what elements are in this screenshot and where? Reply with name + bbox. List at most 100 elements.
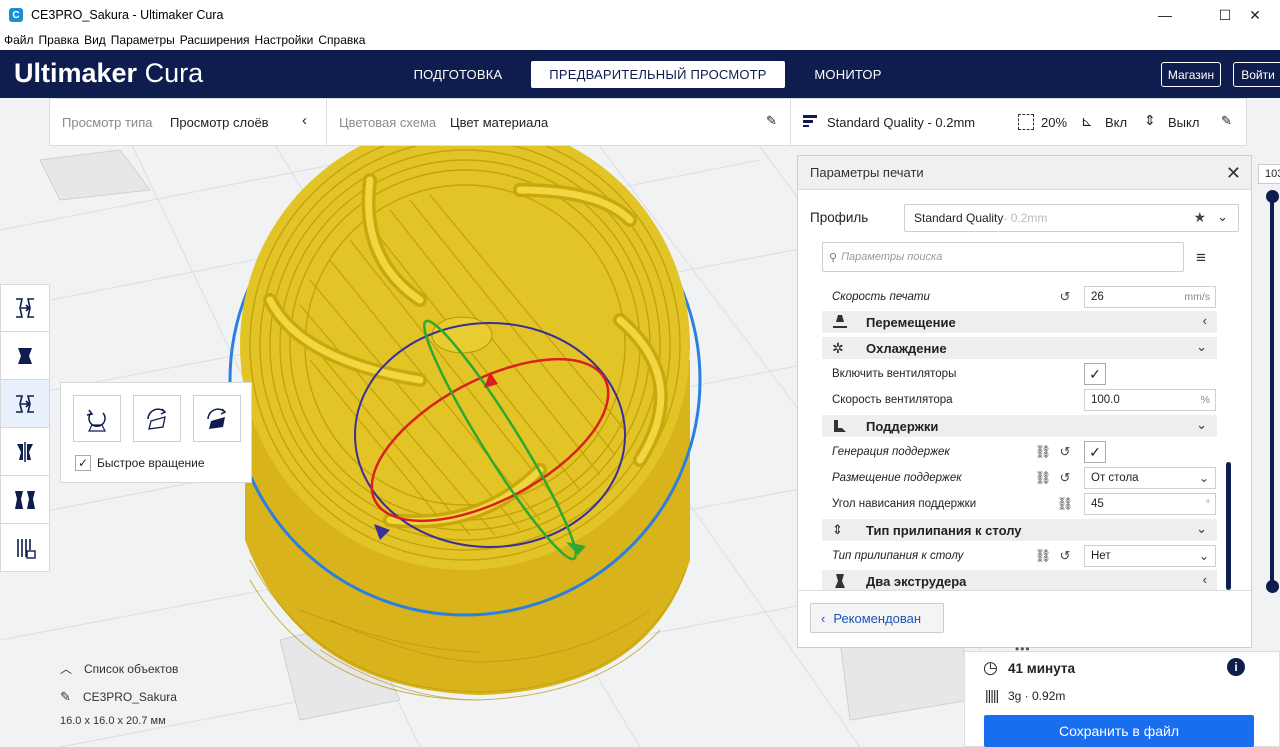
menu-help[interactable]: Справка xyxy=(318,33,365,47)
chevron-down-icon: ⌄ xyxy=(1217,209,1228,224)
window-title-bar: C CE3PRO_Sakura - Ultimaker Cura — ☐ ✕ xyxy=(0,0,1280,30)
settings-scrollbar[interactable] xyxy=(1226,462,1231,590)
category-travel[interactable]: Перемещение ‹ xyxy=(822,311,1217,333)
generate-support-checkbox[interactable]: ✓ xyxy=(1084,441,1106,463)
signin-button[interactable]: Войти xyxy=(1233,62,1280,87)
move-tool-button[interactable] xyxy=(0,284,50,332)
profile-label: Профиль xyxy=(810,210,869,225)
object-list-toggle[interactable]: ︿ Список объектов xyxy=(60,660,178,677)
menu-extensions[interactable]: Расширения xyxy=(180,33,250,47)
link-icon[interactable]: ⛓ xyxy=(1035,470,1052,485)
chevron-left-icon[interactable]: ‹ xyxy=(302,112,307,129)
setting-support-placement: Размещение поддержек ⛓ ↺ От стола ⌄ xyxy=(822,465,1217,491)
support-icon xyxy=(834,420,846,432)
support-angle-input[interactable]: 45 ° xyxy=(1084,493,1216,515)
enable-fans-checkbox[interactable]: ✓ xyxy=(1084,363,1106,385)
tab-monitor[interactable]: МОНИТОР xyxy=(800,61,896,88)
sakura-model xyxy=(228,120,702,701)
layer-slider-bottom-handle[interactable] xyxy=(1266,580,1279,593)
layer-slider-top-handle[interactable] xyxy=(1266,190,1279,203)
view-settings-bar: Просмотр типа Просмотр слоёв ‹ Цветовая … xyxy=(49,98,791,146)
fan-speed-input[interactable]: 100.0% xyxy=(1084,389,1216,411)
tab-prepare[interactable]: ПОДГОТОВКА xyxy=(400,61,516,88)
link-icon[interactable]: ⛓ xyxy=(1035,444,1052,459)
lay-flat-button[interactable] xyxy=(133,395,181,442)
rotate-tool-button[interactable] xyxy=(0,380,50,428)
color-scheme-value[interactable]: Цвет материала xyxy=(450,115,548,130)
menu-edit[interactable]: Правка xyxy=(39,33,80,47)
print-settings-footer: ‹ Рекомендован xyxy=(798,590,1253,648)
layer-max-label[interactable]: 103 xyxy=(1258,164,1280,184)
adhesion-icon: ⇕ xyxy=(1144,112,1156,128)
profile-dropdown[interactable]: Standard Quality - 0.2mm ★ ⌄ xyxy=(904,204,1239,232)
pencil-icon[interactable]: ✎ xyxy=(60,689,71,705)
print-setup-bar[interactable]: Standard Quality - 0.2mm 20% ⊾ Вкл ⇕ Вык… xyxy=(791,98,1247,146)
quality-icon xyxy=(803,115,817,127)
tab-preview[interactable]: ПРЕДВАРИТЕЛЬНЫЙ ПРОСМОТР xyxy=(531,61,785,88)
adhesion-type-dropdown[interactable]: Нет ⌄ xyxy=(1084,545,1216,567)
filament-icon: ||||| xyxy=(985,687,999,703)
per-model-settings-button[interactable] xyxy=(0,476,50,524)
app-header: Ultimaker Cura ПОДГОТОВКА ПРЕДВАРИТЕЛЬНЫ… xyxy=(0,50,1280,98)
print-settings-title: Параметры печати xyxy=(810,165,924,180)
star-icon[interactable]: ★ xyxy=(1193,209,1206,226)
reset-icon[interactable]: ↺ xyxy=(1058,548,1072,563)
category-label: Поддержки xyxy=(866,418,939,434)
object-list-header: Список объектов xyxy=(84,661,179,676)
settings-list[interactable]: Скорость печати ↺ 26 mm/s Перемещение ‹ ✲… xyxy=(822,284,1217,590)
object-name-row[interactable]: ✎ CE3PRO_Sakura xyxy=(60,689,177,705)
snap-rotation-checkbox[interactable]: ✓ xyxy=(75,455,91,471)
search-placeholder: Параметры поиска xyxy=(841,251,943,263)
pencil-icon[interactable]: ✎ xyxy=(766,113,777,129)
reset-rotation-button[interactable] xyxy=(73,395,121,442)
category-cooling[interactable]: ✲ Охлаждение ⌄ xyxy=(822,337,1217,359)
color-scheme-label: Цветовая схема xyxy=(339,115,437,130)
view-type-value[interactable]: Просмотр слоёв xyxy=(170,115,269,130)
marketplace-button[interactable]: Магазин xyxy=(1161,62,1221,87)
support-value: Вкл xyxy=(1105,115,1128,130)
print-speed-input[interactable]: 26 mm/s xyxy=(1084,286,1216,308)
recommended-button[interactable]: ‹ Рекомендован xyxy=(810,603,944,633)
reset-icon[interactable]: ↺ xyxy=(1058,444,1072,459)
setting-label: Тип прилипания к столу xyxy=(832,550,964,562)
snap-rotation-row[interactable]: ✓ Быстрое вращение xyxy=(75,455,205,471)
close-window-button[interactable]: ✕ xyxy=(1232,0,1278,30)
fan-icon: ✲ xyxy=(832,340,844,356)
menu-bar: Файл Правка Вид Параметры Расширения Нас… xyxy=(0,30,1280,50)
support-blocker-button[interactable] xyxy=(0,524,50,572)
setting-adhesion-type: Тип прилипания к столу ⛓ ↺ Нет ⌄ xyxy=(822,543,1217,569)
setting-label: Генерация поддержек xyxy=(832,446,950,458)
profile-row: Профиль Standard Quality - 0.2mm ★ ⌄ xyxy=(810,204,1240,232)
select-face-button[interactable] xyxy=(193,395,241,442)
category-adhesion[interactable]: ⇕ Тип прилипания к столу ⌄ xyxy=(822,519,1217,541)
setting-support-angle: Угол нависания поддержки ⛓ 45 ° xyxy=(822,491,1217,517)
close-icon[interactable]: ✕ xyxy=(1226,163,1241,184)
reset-icon[interactable]: ↺ xyxy=(1058,470,1072,485)
menu-settings[interactable]: Параметры xyxy=(111,33,175,47)
category-support[interactable]: Поддержки ⌄ xyxy=(822,415,1217,437)
travel-icon xyxy=(833,315,847,328)
reset-icon[interactable]: ↺ xyxy=(1058,289,1072,304)
settings-menu-icon[interactable]: ≡ xyxy=(1196,248,1206,268)
rotate-icon xyxy=(16,394,34,413)
info-icon[interactable]: i xyxy=(1227,658,1245,676)
scale-tool-button[interactable] xyxy=(0,332,50,380)
save-to-file-button[interactable]: Сохранить в файл xyxy=(984,715,1254,747)
material-usage: 3g · 0.92m xyxy=(1008,689,1066,703)
menu-view[interactable]: Вид xyxy=(84,33,106,47)
layer-slider-track[interactable] xyxy=(1270,198,1274,590)
support-placement-dropdown[interactable]: От стола ⌄ xyxy=(1084,467,1216,489)
settings-search-input[interactable]: ⚲ Параметры поиска xyxy=(822,242,1184,272)
category-dual-extrusion[interactable]: Два экструдера ‹ xyxy=(822,570,1217,590)
recommended-label: Рекомендован xyxy=(833,610,922,626)
link-icon[interactable]: ⛓ xyxy=(1035,548,1052,563)
pencil-icon[interactable]: ✎ xyxy=(1221,113,1232,129)
mirror-tool-button[interactable] xyxy=(0,428,50,476)
quality-value: Standard Quality - 0.2mm xyxy=(827,115,976,130)
setting-label: Скорость вентилятора xyxy=(832,394,953,406)
minimize-button[interactable]: — xyxy=(1142,0,1188,30)
adhesion-value: Выкл xyxy=(1168,115,1200,130)
link-icon[interactable]: ⛓ xyxy=(1057,496,1074,511)
menu-preferences[interactable]: Настройки xyxy=(255,33,314,47)
menu-file[interactable]: Файл xyxy=(4,33,34,47)
